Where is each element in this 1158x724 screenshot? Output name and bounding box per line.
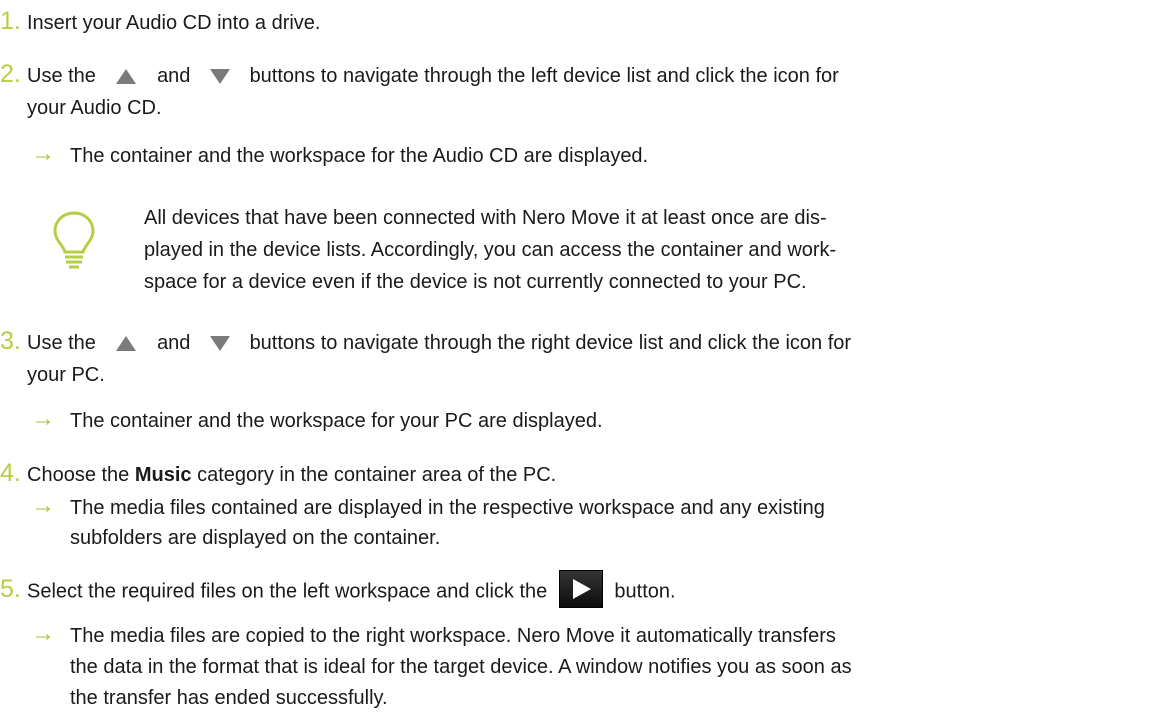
lightbulb-icon	[53, 211, 95, 269]
step-5-number: 5.	[0, 575, 21, 603]
step-3-pre: Use the	[27, 332, 96, 354]
step-2-result: The container and the workspace for the …	[70, 145, 649, 167]
step-4-line: Choose the Music category in the contain…	[27, 460, 556, 490]
right-arrow-icon: →	[31, 620, 55, 647]
triangle-up-icon	[115, 336, 136, 352]
step-3-post: buttons to navigate through the right de…	[249, 332, 852, 354]
step-5-result-2: the data in the format that is ideal for…	[70, 656, 852, 678]
triangle-up-icon	[115, 69, 136, 85]
step-2-post: buttons to navigate through the left dev…	[249, 65, 839, 87]
step-5-line: Select the required files on the left wo…	[27, 570, 676, 608]
step-4-result-2: subfolders are displayed on the containe…	[70, 527, 441, 549]
triangle-down-icon	[210, 69, 230, 85]
right-arrow-icon: →	[31, 140, 55, 167]
triangle-down-icon	[210, 336, 230, 352]
step-5-result-3: the transfer has ended successfully.	[70, 687, 388, 709]
step-4-number: 4.	[0, 459, 21, 487]
step-5-result-1: The media files are copied to the right …	[70, 625, 836, 647]
step-2-cont: your Audio CD.	[27, 97, 162, 119]
step-4-post: category in the container area of the PC…	[197, 464, 557, 486]
step-2-line: Use the and buttons to navigate through …	[27, 61, 839, 91]
step-4-bold: Music	[134, 464, 192, 486]
step-4-result-1: The media files contained are displayed …	[70, 497, 825, 519]
tip-line-2: played in the device lists. Accordingly,…	[144, 239, 837, 261]
step-3-line: Use the and buttons to navigate through …	[27, 328, 851, 358]
step-3-number: 3.	[0, 327, 21, 355]
right-arrow-icon: →	[31, 492, 55, 519]
step-4-pre: Choose the	[27, 464, 130, 486]
step-1-number: 1.	[0, 7, 21, 35]
step-5-post: button.	[614, 580, 676, 603]
tip-line-3: space for a device even if the device is…	[144, 271, 807, 293]
step-1-text: Insert your Audio CD into a drive.	[27, 12, 321, 34]
tip-line-1: All devices that have been connected wit…	[144, 207, 827, 229]
step-2-pre: Use the	[27, 65, 96, 87]
step-3-result: The container and the workspace for your…	[70, 410, 603, 432]
right-arrow-icon: →	[31, 405, 55, 432]
step-5-pre: Select the required files on the left wo…	[27, 580, 548, 603]
play-button	[558, 570, 603, 608]
step-2-number: 2.	[0, 60, 21, 88]
step-3-and: and	[157, 332, 191, 354]
step-3-cont: your PC.	[27, 364, 105, 386]
play-icon	[572, 579, 591, 599]
step-2-and: and	[157, 65, 191, 87]
